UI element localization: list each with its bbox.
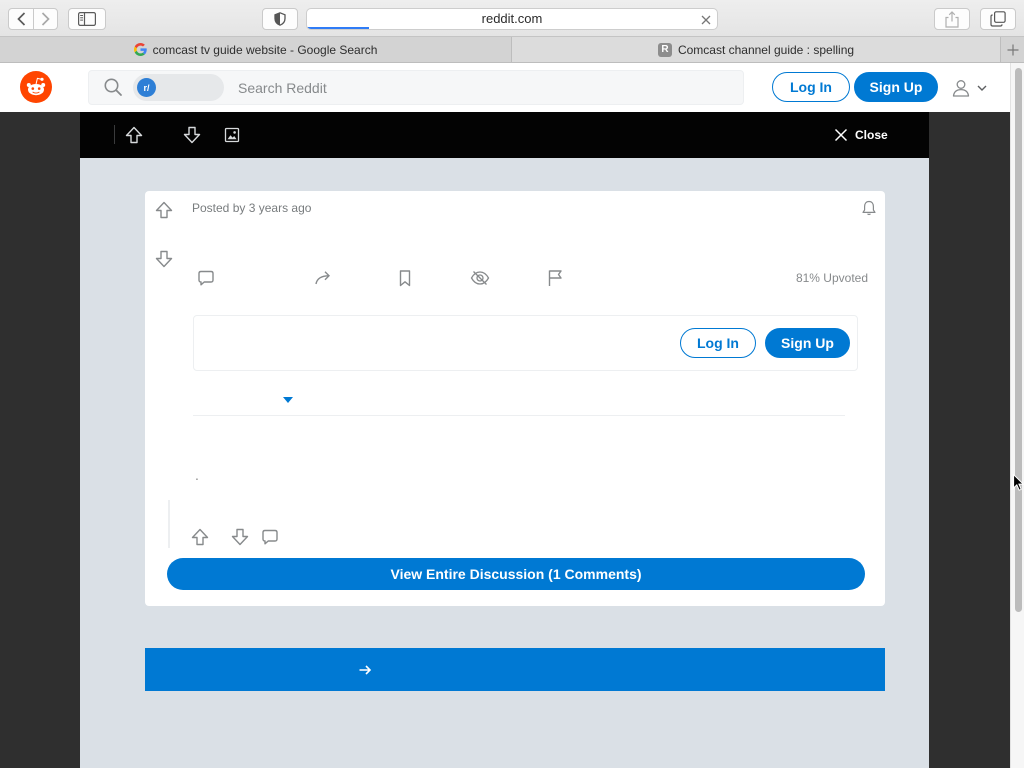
tab-overview-button[interactable] (980, 8, 1016, 30)
login-prompt: Log In Sign Up (193, 315, 858, 371)
comment-reply-button[interactable] (258, 526, 282, 548)
browser-tab[interactable]: comcast tv guide website - Google Search (0, 37, 511, 62)
report-icon (545, 268, 565, 288)
view-entire-discussion-button[interactable]: View Entire Discussion (1 Comments) (167, 558, 865, 590)
downvote-icon (230, 527, 250, 547)
share-post-button[interactable] (309, 266, 337, 290)
browser-toolbar: reddit.com (0, 0, 1024, 37)
search-scope-chip[interactable]: r/ (133, 74, 224, 101)
mouse-cursor-icon (1013, 473, 1024, 491)
comment-thread-line[interactable] (168, 500, 170, 548)
comment-text: . (195, 467, 199, 483)
login-button[interactable]: Log In (680, 328, 756, 358)
reddit-logo-icon[interactable] (20, 71, 52, 103)
upvote-icon (190, 527, 210, 547)
post-downvote-button[interactable] (153, 248, 175, 270)
user-menu-button[interactable] (948, 75, 994, 101)
sort-dropdown[interactable] (279, 393, 297, 407)
close-icon (701, 15, 711, 25)
search-icon (103, 77, 123, 97)
follow-post-button[interactable] (860, 199, 878, 217)
plus-icon (1007, 44, 1019, 56)
close-icon (834, 128, 848, 142)
address-text[interactable]: reddit.com (307, 9, 717, 29)
stop-loading-button[interactable] (700, 13, 712, 25)
search-bar[interactable]: r/ (88, 70, 744, 105)
post-overlay: Close Posted by 3 years ago 81% Upvoted … (0, 112, 1010, 768)
continue-browsing-bar[interactable] (145, 648, 885, 691)
share-icon (945, 10, 959, 28)
signup-button[interactable]: Sign Up (765, 328, 850, 358)
close-label: Close (855, 128, 888, 142)
address-load-progress (307, 27, 369, 29)
comment-upvote-button[interactable] (188, 526, 212, 548)
address-bar[interactable]: reddit.com (306, 8, 718, 30)
close-button[interactable]: Close (834, 123, 896, 147)
post-upvote-button[interactable] (153, 199, 175, 221)
google-favicon-icon (133, 43, 147, 56)
downvote-icon (154, 249, 174, 269)
image-post-icon (221, 124, 243, 146)
upvote-icon (124, 125, 144, 145)
post-meta: Posted by 3 years ago (192, 200, 311, 216)
modal-top-bar: Close (80, 112, 929, 158)
upvote-icon (154, 200, 174, 220)
chevron-down-icon (977, 85, 987, 91)
shield-icon (274, 12, 286, 26)
user-icon (951, 78, 971, 98)
comment-icon (260, 527, 280, 547)
upvote-ratio: 81% Upvoted (795, 271, 868, 285)
scrollbar-thumb[interactable] (1015, 68, 1022, 612)
report-post-button[interactable] (541, 266, 569, 290)
page-scrollbar[interactable] (1010, 63, 1024, 768)
browser-tab[interactable]: R Comcast channel guide : spelling (511, 37, 1000, 62)
search-input[interactable] (238, 71, 718, 104)
signup-button[interactable]: Sign Up (854, 72, 938, 102)
hide-post-button[interactable] (466, 266, 494, 290)
tabs-icon (990, 11, 1006, 27)
forward-button[interactable] (33, 8, 58, 30)
back-button[interactable] (8, 8, 34, 30)
new-tab-button[interactable] (1000, 37, 1024, 62)
bar-upvote-button[interactable] (123, 124, 145, 146)
post-card: Posted by 3 years ago 81% Upvoted Log In… (145, 191, 885, 606)
downvote-icon (182, 125, 202, 145)
comments-button[interactable] (192, 266, 220, 290)
save-post-button[interactable] (391, 266, 419, 290)
reddit-favicon-icon: R (657, 42, 672, 57)
comment-downvote-button[interactable] (228, 526, 252, 548)
comments-divider (193, 415, 845, 416)
tab-bar: comcast tv guide website - Google Search… (0, 37, 1024, 63)
privacy-report-button[interactable] (262, 8, 298, 30)
bar-downvote-button[interactable] (181, 124, 203, 146)
post-timestamp[interactable]: 3 years ago (249, 201, 312, 215)
caret-down-icon (283, 397, 293, 403)
chevron-right-icon (41, 12, 50, 26)
site-header: r/ Log In Sign Up (0, 63, 1010, 112)
subreddit-badge: r/ (137, 78, 156, 97)
tab-title: Comcast channel guide : spelling (677, 42, 855, 57)
post-modal: Close Posted by 3 years ago 81% Upvoted … (80, 112, 929, 768)
save-icon (395, 268, 415, 288)
arrow-right-icon (358, 663, 372, 677)
posted-by-label: Posted by (192, 201, 246, 215)
sidebar-icon (78, 12, 96, 26)
share-button[interactable] (934, 8, 970, 30)
login-button[interactable]: Log In (772, 72, 850, 102)
bell-icon (861, 200, 877, 216)
share-icon (313, 268, 333, 288)
comment-icon (196, 268, 216, 288)
bar-divider (114, 125, 115, 144)
chevron-left-icon (16, 12, 26, 26)
sidebar-toggle-button[interactable] (68, 8, 106, 30)
hide-icon (470, 268, 490, 288)
tab-title: comcast tv guide website - Google Search (152, 42, 378, 57)
